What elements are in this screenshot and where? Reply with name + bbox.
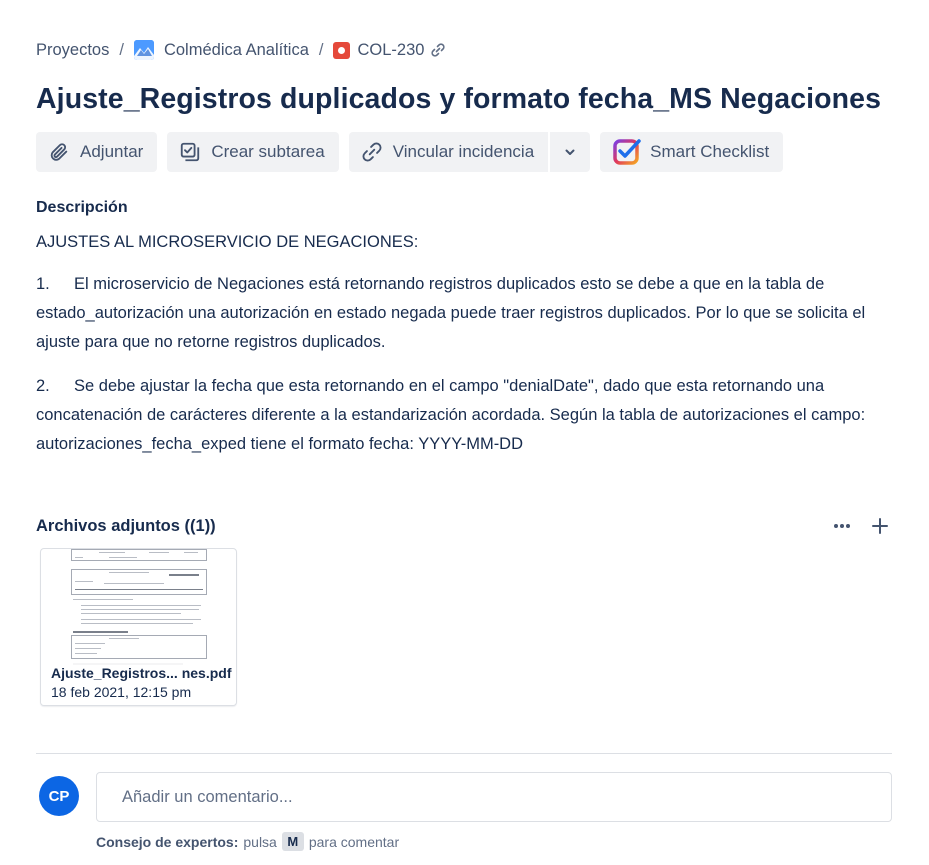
issue-key: COL-230 <box>357 40 425 59</box>
breadcrumb-separator: / <box>318 40 324 59</box>
smart-checklist-icon <box>612 137 642 167</box>
attachment-meta: Ajuste_Registros... nes.pdf 18 feb 2021,… <box>41 659 236 705</box>
description-item: 1. El microservicio de Negaciones está re… <box>36 270 866 357</box>
create-subtask-label: Crear subtarea <box>211 142 325 161</box>
attach-button[interactable]: Adjuntar <box>36 132 158 172</box>
comment-tip: Consejo de expertos: pulsa M para coment… <box>96 832 399 851</box>
description-item-text: El microservicio de Negaciones está reto… <box>36 275 866 351</box>
description-label: Descripción <box>36 199 128 216</box>
breadcrumb-issue[interactable]: COL-230 <box>333 41 424 60</box>
create-subtask-button[interactable]: Crear subtarea <box>167 132 339 172</box>
shortcut-key: M <box>281 832 304 851</box>
attachment-card[interactable]: Ajuste_Registros... nes.pdf 18 feb 2021,… <box>40 548 237 706</box>
subtask-icon <box>179 141 201 163</box>
link-issue-group: Vincular incidencia <box>348 132 591 172</box>
description-item-number: 2. <box>36 377 50 395</box>
project-avatar-icon <box>133 40 154 60</box>
description-item-number: 1. <box>36 275 50 293</box>
attachment-filename: Ajuste_Registros... nes.pdf <box>51 665 232 681</box>
breadcrumb: Proyectos / Colmédica Analítica / COL-23… <box>36 38 446 62</box>
issue-toolbar: Adjuntar Crear subtarea Vincular inciden… <box>36 132 793 172</box>
attachments-actions <box>816 514 892 538</box>
breadcrumb-project[interactable]: Colmédica Analítica <box>133 40 309 60</box>
issue-title[interactable]: Ajuste_Registros duplicados y formato fe… <box>36 83 881 116</box>
link-icon <box>361 141 383 163</box>
breadcrumb-separator: / <box>119 40 124 59</box>
tip-text: para comentar <box>308 833 400 850</box>
attach-button-label: Adjuntar <box>80 142 144 161</box>
tip-label: Consejo de expertos: <box>96 833 239 850</box>
description-item: 2. Se debe ajustar la fecha que esta reto… <box>36 372 866 459</box>
bug-icon <box>333 41 351 59</box>
description-heading: AJUSTES AL MICROSERVICIO DE NEGACIONES: <box>36 233 419 251</box>
paperclip-icon <box>48 141 70 163</box>
tip-text: pulsa <box>243 833 277 850</box>
smart-checklist-button[interactable]: Smart Checklist <box>600 132 784 172</box>
attachment-date: 18 feb 2021, 12:15 pm <box>51 684 192 700</box>
more-icon[interactable] <box>830 514 854 538</box>
comment-input[interactable] <box>96 772 892 822</box>
breadcrumb-project-label: Colmédica Analítica <box>163 40 309 59</box>
chevron-down-icon <box>563 145 577 159</box>
more-actions-dropdown[interactable] <box>548 132 591 172</box>
link-icon[interactable] <box>430 42 446 58</box>
attachments-title: Archivos adjuntos ((1)) <box>36 516 216 535</box>
link-issue-button[interactable]: Vincular incidencia <box>348 132 549 172</box>
link-issue-label: Vincular incidencia <box>392 142 535 161</box>
description-item-text: Se debe ajustar la fecha que esta retorn… <box>36 377 866 453</box>
divider <box>36 753 892 754</box>
breadcrumb-projects[interactable]: Proyectos <box>36 41 109 60</box>
smart-checklist-label: Smart Checklist <box>650 142 770 161</box>
plus-icon[interactable] <box>868 514 892 538</box>
avatar[interactable]: CP <box>39 776 79 816</box>
attachments-header: Archivos adjuntos ((1)) <box>36 514 892 538</box>
